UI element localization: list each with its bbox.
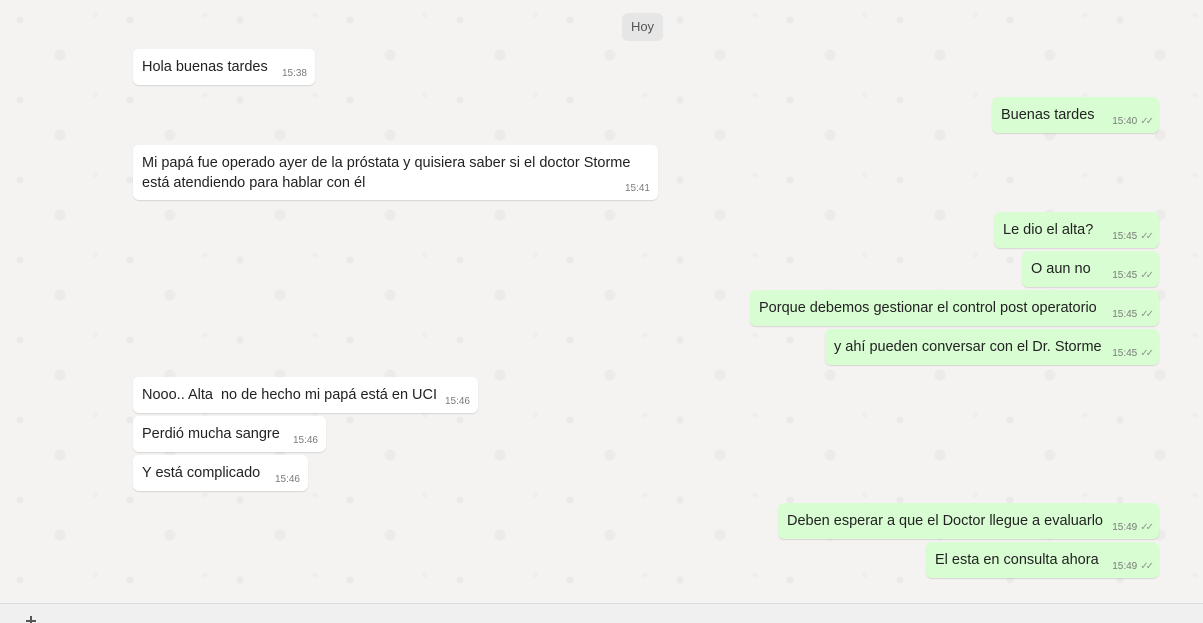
message-text: Porque debemos gestionar el control post…: [759, 300, 1097, 316]
date-chip: Hoy: [622, 13, 663, 40]
message-meta: 15:49 ✓✓: [1112, 561, 1154, 573]
message-time: 15:45: [1112, 309, 1138, 320]
double-check-icon: ✓✓: [1140, 231, 1154, 242]
message-time: 15:45: [1112, 270, 1138, 281]
double-check-icon: ✓✓: [1140, 309, 1154, 320]
message-text: Le dio el alta?: [1003, 222, 1094, 238]
message-bubble[interactable]: Nooo.. Alta no de hecho mi papá está en …: [133, 377, 478, 413]
plus-icon[interactable]: [26, 616, 36, 623]
double-check-icon: ✓✓: [1140, 522, 1154, 533]
message-time: 15:45: [1112, 231, 1138, 242]
message-bubble[interactable]: Hola buenas tardes 15:38: [133, 49, 315, 85]
message-time: 15:41: [624, 183, 650, 194]
message-bubble[interactable]: Y está complicado 15:46: [133, 455, 308, 491]
message-bubble[interactable]: Mi papá fue operado ayer de la próstata …: [133, 145, 658, 200]
message-text: El esta en consulta ahora: [935, 552, 1099, 568]
message-time: 15:49: [1112, 561, 1138, 572]
message-bubble[interactable]: Perdió mucha sangre 15:46: [133, 416, 326, 452]
message-bubble[interactable]: y ahí pueden conversar con el Dr. Storme…: [825, 329, 1159, 365]
message-time: 15:46: [274, 474, 300, 485]
message-meta: 15:40 ✓✓: [1112, 116, 1154, 128]
double-check-icon: ✓✓: [1140, 561, 1154, 572]
message-text: Perdió mucha sangre: [142, 426, 280, 442]
message-meta: 15:45 ✓✓: [1112, 231, 1154, 243]
message-text: Buenas tardes: [1001, 107, 1095, 123]
message-bubble[interactable]: Le dio el alta? 15:45 ✓✓: [994, 212, 1159, 248]
message-time: 15:40: [1112, 116, 1138, 127]
message-meta: 15:45 ✓✓: [1112, 309, 1154, 321]
message-text: O aun no: [1031, 261, 1091, 277]
message-text: Mi papá fue operado ayer de la próstata …: [142, 155, 635, 191]
message-text: Hola buenas tardes: [142, 59, 268, 75]
message-bubble[interactable]: El esta en consulta ahora 15:49 ✓✓: [926, 542, 1159, 578]
message-bubble[interactable]: O aun no 15:45 ✓✓: [1022, 251, 1159, 287]
double-check-icon: ✓✓: [1140, 348, 1154, 359]
message-bubble[interactable]: Deben esperar a que el Doctor llegue a e…: [778, 503, 1159, 539]
message-text: Deben esperar a que el Doctor llegue a e…: [787, 513, 1103, 529]
message-meta: 15:45 ✓✓: [1112, 270, 1154, 282]
message-composer[interactable]: [0, 603, 1203, 623]
message-time: 15:46: [292, 435, 318, 446]
message-time: 15:38: [281, 68, 307, 79]
message-time: 15:45: [1112, 348, 1138, 359]
message-meta: 15:45 ✓✓: [1112, 348, 1154, 360]
message-time: 15:46: [444, 396, 470, 407]
message-time: 15:49: [1112, 522, 1138, 533]
message-bubble[interactable]: Porque debemos gestionar el control post…: [750, 290, 1159, 326]
message-text: y ahí pueden conversar con el Dr. Storme: [834, 339, 1102, 355]
double-check-icon: ✓✓: [1140, 116, 1154, 127]
message-meta: 15:49 ✓✓: [1112, 522, 1154, 534]
chat-area[interactable]: Hoy Hola buenas tardes 15:38 Buenas tard…: [0, 0, 1203, 603]
double-check-icon: ✓✓: [1140, 270, 1154, 281]
message-text: Y está complicado: [142, 465, 261, 481]
message-text: Nooo.. Alta no de hecho mi papá está en …: [142, 387, 438, 403]
message-bubble[interactable]: Buenas tardes 15:40 ✓✓: [992, 97, 1159, 133]
